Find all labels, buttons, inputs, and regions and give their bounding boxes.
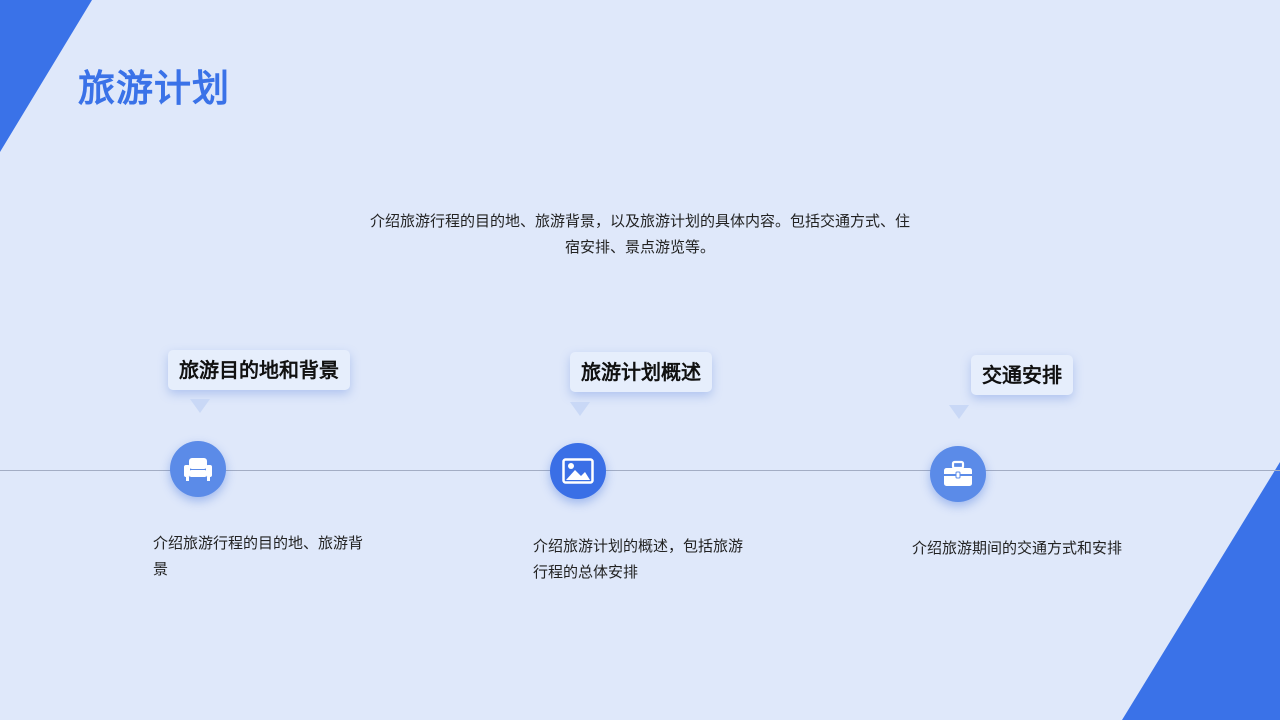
page-title: 旅游计划: [78, 67, 230, 110]
item-description-destination: 介绍旅游行程的目的地、旅游背景: [153, 534, 364, 578]
intro-text: 介绍旅游行程的目的地、旅游背景，以及旅游计划的具体内容。包括交通方式、住宿安排、…: [370, 212, 911, 256]
label-pointer: [949, 405, 969, 419]
item-label-destination: 旅游目的地和背景: [168, 350, 350, 390]
item-description-transport: 介绍旅游期间的交通方式和安排: [912, 539, 1123, 557]
image-icon: [562, 458, 594, 484]
item-label-transport: 交通安排: [971, 355, 1073, 395]
node-overview: [550, 443, 606, 499]
node-destination: [170, 441, 226, 497]
briefcase-icon: [944, 460, 972, 486]
corner-decoration-bottom-right: [1122, 462, 1280, 720]
node-transport: [930, 446, 986, 502]
label-pointer: [570, 402, 590, 416]
label-pointer: [190, 399, 210, 413]
sofa-icon: [184, 458, 212, 481]
item-description-overview: 介绍旅游计划的概述，包括旅游行程的总体安排: [533, 537, 744, 581]
item-label-overview: 旅游计划概述: [570, 352, 712, 392]
